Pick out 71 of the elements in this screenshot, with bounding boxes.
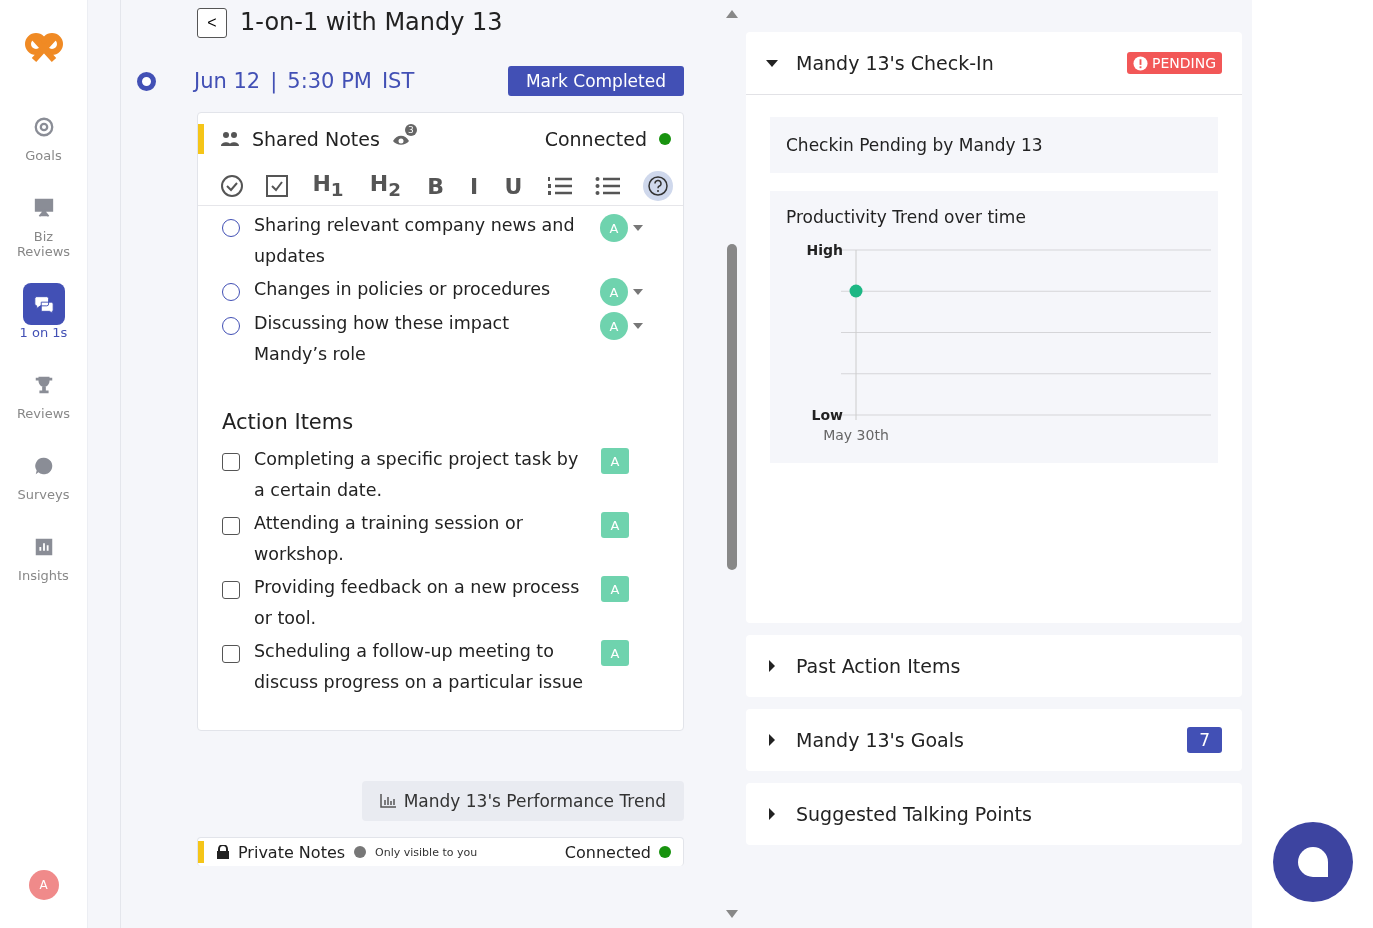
- alert-icon: [1133, 55, 1148, 71]
- panel-title[interactable]: Past Action Items: [796, 655, 961, 677]
- checkbox[interactable]: [222, 581, 240, 599]
- chat-bubble-icon: [1296, 847, 1329, 877]
- mark-completed-button[interactable]: Mark Completed: [507, 66, 684, 96]
- meeting-date: Jun 12: [194, 69, 261, 93]
- y-axis-label: Low: [811, 407, 843, 423]
- caret-icon[interactable]: [766, 660, 778, 672]
- nav-label[interactable]: Reviews: [8, 406, 79, 421]
- checkin-message: Checkin Pending by Mandy 13: [770, 117, 1218, 173]
- y-axis-label: High: [806, 242, 843, 258]
- connection-status: Connected: [564, 842, 651, 862]
- checkbox[interactable]: [222, 645, 240, 663]
- check-circle-icon[interactable]: [220, 174, 244, 198]
- chart-title: Productivity Trend over time: [786, 207, 1027, 227]
- panel-title[interactable]: Mandy 13's Check-In: [796, 52, 994, 74]
- connection-status: Connected: [544, 128, 647, 150]
- action-item-text: Completing a specific project task by a certain date.: [254, 448, 580, 502]
- separator-text: |: [270, 69, 278, 93]
- caret-icon[interactable]: [766, 734, 778, 746]
- scroll-down-icon[interactable]: [726, 910, 738, 918]
- caret-icon[interactable]: [766, 57, 778, 69]
- nav-label[interactable]: Goals: [8, 148, 79, 163]
- back-button[interactable]: <: [197, 8, 227, 38]
- visibility-note: Only visible to you: [375, 845, 478, 859]
- numbered-list-icon[interactable]: [546, 175, 573, 197]
- nav-label[interactable]: 1 on 1s: [8, 325, 79, 340]
- talking-point-text: Sharing relevant company news and updates: [254, 214, 576, 268]
- timezone-text: IST: [381, 69, 415, 93]
- checkbox[interactable]: [222, 453, 240, 471]
- meeting-time: 5:30 PM: [287, 69, 372, 93]
- pretzel-logo-icon[interactable]: [23, 32, 64, 64]
- panel-title[interactable]: Mandy 13's Goals: [796, 729, 964, 751]
- format-button[interactable]: U: [502, 173, 525, 199]
- nav-label[interactable]: Insights: [8, 568, 79, 583]
- performance-trend-button[interactable]: Mandy 13's Performance Trend: [361, 781, 684, 821]
- help-icon[interactable]: [642, 171, 673, 201]
- viewer-count-badge: 3: [404, 124, 417, 136]
- meeting-title: 1-on-1 with Mandy 13: [240, 8, 503, 36]
- action-item-text: Scheduling a follow-up meeting to discuss progress on a particular issue: [254, 640, 585, 694]
- talking-point-text: Changes in policies or procedures: [254, 278, 552, 301]
- chat-icon[interactable]: [22, 283, 65, 325]
- action-item-text: Attending a training session or workshop.: [254, 512, 524, 566]
- format-button[interactable]: H$_{2}$: [367, 171, 403, 201]
- format-button[interactable]: I: [468, 173, 481, 199]
- lock-icon: [216, 845, 230, 859]
- panel-title[interactable]: Suggested Talking Points: [796, 803, 1032, 825]
- format-button[interactable]: B: [425, 173, 446, 199]
- nav-label[interactable]: Biz Reviews: [8, 229, 79, 259]
- count-badge: 7: [1187, 727, 1222, 753]
- people-icon: [220, 131, 240, 147]
- checkbox-icon[interactable]: [266, 175, 289, 197]
- action-items-heading: Action Items: [222, 410, 355, 434]
- bullet-list-icon[interactable]: [594, 175, 621, 197]
- shared-notes-title: Shared Notes: [252, 128, 380, 150]
- accent-bar: [198, 124, 204, 154]
- checkbox[interactable]: [222, 517, 240, 535]
- action-item-text: Providing feedback on a new process or tool.: [254, 576, 581, 630]
- timeline-dot: [137, 71, 156, 91]
- accent-bar: [198, 841, 204, 863]
- scroll-up-icon[interactable]: [726, 10, 738, 18]
- info-icon: [353, 845, 368, 859]
- pending-badge: PENDING: [1127, 52, 1222, 74]
- format-button[interactable]: H$_{1}$: [310, 171, 346, 201]
- nav-label[interactable]: Surveys: [8, 487, 79, 502]
- scrollbar-thumb[interactable]: [727, 244, 737, 570]
- x-axis-label: May 30th: [823, 427, 889, 443]
- bar-chart-icon: [379, 794, 396, 808]
- private-notes-title: Private Notes: [238, 842, 346, 862]
- talking-point-text: Discussing how these impact Mandy’s role: [254, 312, 511, 366]
- caret-icon[interactable]: [766, 808, 778, 820]
